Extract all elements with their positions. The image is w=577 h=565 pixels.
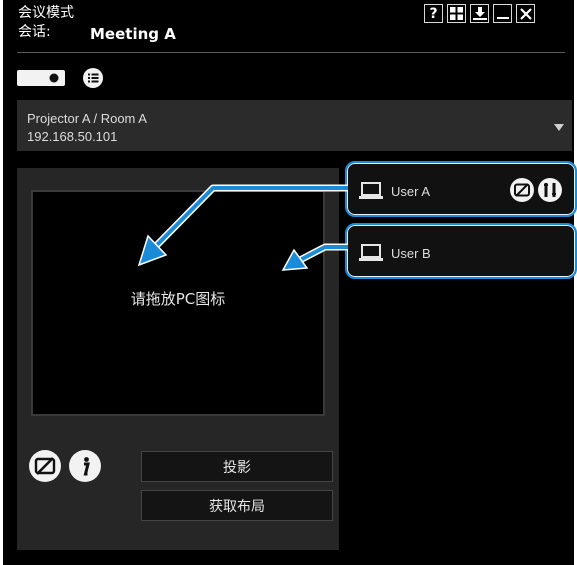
close-button[interactable] xyxy=(516,4,535,23)
projector-name: Projector A / Room A xyxy=(27,111,147,126)
info-icon[interactable] xyxy=(69,450,101,482)
mode-label: 会议模式 xyxy=(18,5,74,21)
user-name: User A xyxy=(391,184,431,199)
no-display-icon[interactable] xyxy=(29,450,61,482)
projector-icon[interactable] xyxy=(17,68,65,88)
close-icon xyxy=(519,7,532,20)
grid-icon xyxy=(450,7,463,20)
user-name: User B xyxy=(391,246,431,261)
user-item-a[interactable]: User A xyxy=(345,161,577,217)
user-item-b[interactable]: User B xyxy=(345,223,577,279)
help-icon: ? xyxy=(429,5,438,22)
laptop-icon xyxy=(359,182,383,199)
minimize-button[interactable] xyxy=(493,4,512,23)
no-display-icon[interactable] xyxy=(510,178,534,202)
pc-drop-area[interactable]: 请拖放PC图标 xyxy=(31,190,325,416)
layout-grid-button[interactable] xyxy=(447,4,466,23)
header-separator xyxy=(17,52,565,53)
dropdown-arrow-icon xyxy=(554,124,564,131)
download-icon xyxy=(472,6,487,20)
projector-select[interactable]: Projector A / Room A 192.168.50.101 xyxy=(17,100,572,151)
session-name: Meeting A xyxy=(90,25,176,43)
minimize-icon xyxy=(496,16,509,19)
help-button[interactable]: ? xyxy=(424,4,443,23)
projector-ip: 192.168.50.101 xyxy=(27,129,118,144)
tools-icon[interactable] xyxy=(538,178,562,202)
meeting-mode-window: 会议模式 会话: Meeting A ? Projector A / Room … xyxy=(3,0,577,565)
session-label: 会话: xyxy=(18,24,51,40)
download-button[interactable] xyxy=(470,4,489,23)
drop-hint: 请拖放PC图标 xyxy=(130,290,226,308)
project-button[interactable]: 投影 xyxy=(141,451,333,482)
list-icon[interactable] xyxy=(83,68,103,88)
laptop-icon xyxy=(359,244,383,261)
get-layout-button[interactable]: 获取布局 xyxy=(141,490,333,521)
